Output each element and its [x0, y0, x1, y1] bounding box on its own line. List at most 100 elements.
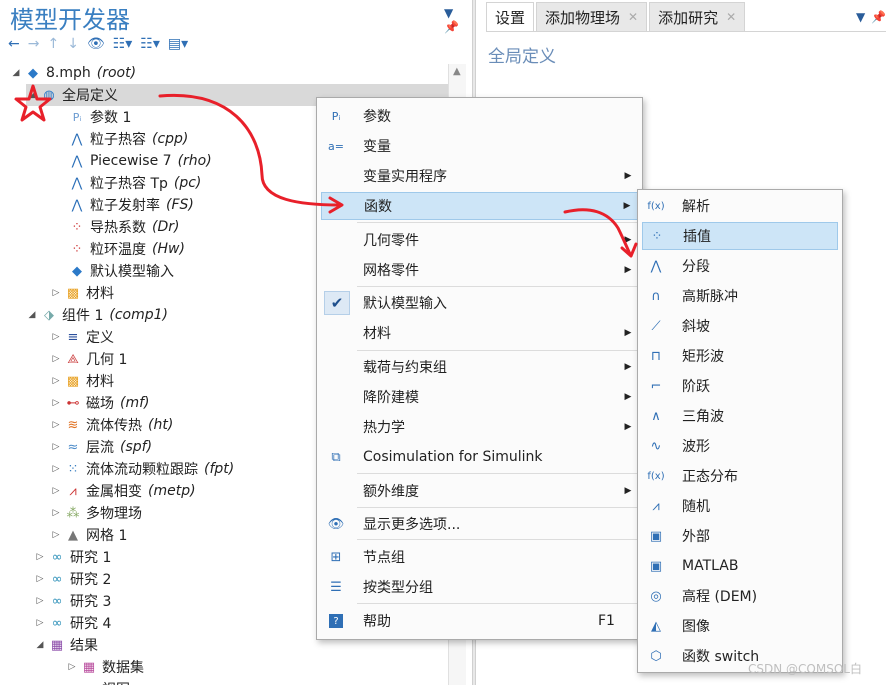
tree-node-study[interactable]: ▷ ∞ 研究 4	[34, 612, 112, 634]
submenu-item-triangle[interactable]: ∧ 三角波	[642, 402, 838, 430]
tree-node-study[interactable]: ▷ ∞ 研究 2	[34, 568, 112, 590]
submenu-item-waveform[interactable]: ∿ 波形	[642, 432, 838, 460]
expand-triangle-icon[interactable]: ▷	[50, 486, 62, 496]
eye-icon[interactable]: 👁	[87, 36, 105, 52]
menu-item-mesh-parts[interactable]: 网格零件 ▶	[321, 256, 638, 284]
scroll-up-icon[interactable]: ▲	[453, 66, 461, 77]
menu-item-reduced-order-modeling[interactable]: 降阶建模 ▶	[321, 383, 638, 411]
pin-icon[interactable]: 📌	[871, 10, 886, 24]
expand-triangle-icon[interactable]: ▷	[34, 552, 46, 562]
menu-item-parameters[interactable]: Pᵢ 参数	[321, 102, 638, 130]
tree-node-materials[interactable]: ▷ ▩ 材料	[50, 282, 114, 304]
tab-add-physics[interactable]: 添加物理场 ✕	[536, 2, 648, 32]
view-options-icon[interactable]: ▤▾	[168, 36, 188, 52]
tree-node-definitions[interactable]: ▷ ≡ 定义	[50, 326, 114, 348]
submenu-item-random[interactable]: ⩘ 随机	[642, 492, 838, 520]
submenu-item-ramp[interactable]: ⟋ 斜坡	[642, 312, 838, 340]
pin-icon[interactable]: 📌	[444, 20, 459, 34]
menu-item-cosimulation[interactable]: ⧉ Cosimulation for Simulink	[321, 443, 638, 471]
submenu-item-interpolation[interactable]: ⁘ 插值	[642, 222, 838, 250]
submenu-item-step[interactable]: ⌐ 阶跃	[642, 372, 838, 400]
tree-node-physics[interactable]: ▷ ≋ 流体传热 (ht)	[50, 414, 174, 436]
expand-triangle-icon[interactable]: ▷	[50, 464, 62, 474]
tree-node-study[interactable]: ▷ ∞ 研究 3	[34, 590, 112, 612]
panel-controls[interactable]: ▼📌	[438, 6, 472, 34]
collapse-triangle-icon[interactable]: ◢	[34, 640, 46, 650]
expand-triangle-icon[interactable]: ▷	[50, 354, 62, 364]
tab-add-study[interactable]: 添加研究 ✕	[649, 2, 746, 32]
move-down-icon[interactable]: ↓	[67, 36, 79, 52]
close-icon[interactable]: ✕	[628, 10, 638, 24]
forward-arrow-icon[interactable]: →	[28, 36, 40, 52]
tree-node-views[interactable]: ▷ ▭ 视图	[66, 678, 130, 685]
expand-triangle-icon[interactable]: ▷	[50, 332, 62, 342]
menu-item-materials[interactable]: 材料 ▶	[321, 319, 638, 347]
tree-node-physics[interactable]: ▷ ⩘ 金属相变 (metp)	[50, 480, 196, 502]
collapse-triangle-icon[interactable]: ◢	[26, 90, 38, 100]
menu-item-show-more-options[interactable]: 👁 显示更多选项...	[321, 510, 638, 538]
collapse-sections-icon[interactable]: ☷▾	[140, 36, 160, 52]
expand-triangle-icon[interactable]: ▷	[66, 662, 78, 672]
tree-node-physics[interactable]: ▷ ⁙ 流体流动颗粒跟踪 (fpt)	[50, 458, 235, 480]
tree-node-parameters[interactable]: Pᵢ 参数 1	[66, 106, 132, 128]
tree-node-function[interactable]: ⋀ 粒子发射率 (FS)	[66, 194, 194, 216]
menu-dropdown-icon[interactable]: ▼	[444, 6, 453, 20]
expand-triangle-icon[interactable]: ▷	[34, 574, 46, 584]
submenu-item-gaussian-pulse[interactable]: ∩ 高斯脉冲	[642, 282, 838, 310]
close-icon[interactable]: ✕	[726, 10, 736, 24]
expand-triangle-icon[interactable]: ▷	[50, 376, 62, 386]
submenu-item-normal-distribution[interactable]: f(x) 正态分布	[642, 462, 838, 490]
menu-item-extra-dimensions[interactable]: 额外维度 ▶	[321, 477, 638, 505]
submenu-item-external[interactable]: ▣ 外部	[642, 522, 838, 550]
tree-node-multiphysics[interactable]: ▷ ⁂ 多物理场	[50, 502, 142, 524]
tree-node-mesh[interactable]: ▷ ▲ 网格 1	[50, 524, 128, 546]
submenu-item-rectangle[interactable]: ⊓ 矩形波	[642, 342, 838, 370]
collapse-triangle-icon[interactable]: ◢	[26, 310, 38, 320]
menu-item-thermodynamics[interactable]: 热力学 ▶	[321, 413, 638, 441]
tree-node-study[interactable]: ▷ ∞ 研究 1	[34, 546, 112, 568]
submenu-item-matlab[interactable]: ▣ MATLAB	[642, 552, 838, 580]
menu-item-variable-utilities[interactable]: 变量实用程序 ▶	[321, 162, 638, 190]
tree-node-function[interactable]: ⁘ 导热系数 (Dr)	[66, 216, 180, 238]
menu-item-geometry-parts[interactable]: 几何零件 ▶	[321, 226, 638, 254]
menu-item-functions[interactable]: 函数 ▶	[321, 192, 638, 220]
expand-triangle-icon[interactable]: ▷	[50, 442, 62, 452]
tree-node-physics[interactable]: ▷ ≈ 层流 (spf)	[50, 436, 153, 458]
tree-node-datasets[interactable]: ▷ ▦ 数据集	[66, 656, 144, 678]
tree-node-root[interactable]: ◢ ◆ 8.mph (root)	[10, 62, 450, 84]
menu-item-help[interactable]: ? 帮助 F1	[321, 607, 638, 635]
menu-item-variables[interactable]: a= 变量	[321, 132, 638, 160]
tree-node-component[interactable]: ◢ ⬗ 组件 1 (comp1)	[26, 304, 168, 326]
menu-item-group-by-type[interactable]: ☰ 按类型分组	[321, 573, 638, 601]
tree-node-materials[interactable]: ▷ ▩ 材料	[50, 370, 114, 392]
tree-node-function[interactable]: ⋀ 粒子热容 (cpp)	[66, 128, 189, 150]
expand-triangle-icon[interactable]: ▷	[50, 508, 62, 518]
submenu-item-elevation[interactable]: ◎ 高程 (DEM)	[642, 582, 838, 610]
collapse-triangle-icon[interactable]: ◢	[10, 68, 22, 78]
menu-item-node-group[interactable]: ⊞ 节点组	[321, 543, 638, 571]
expand-triangle-icon[interactable]: ▷	[50, 288, 62, 298]
tab-controls[interactable]: ▼ 📌	[850, 10, 886, 24]
tree-node-function[interactable]: ⋀ Piecewise 7 (rho)	[66, 150, 212, 172]
expand-triangle-icon[interactable]: ▷	[34, 596, 46, 606]
submenu-item-analytic[interactable]: f(x) 解析	[642, 192, 838, 220]
move-up-icon[interactable]: ↑	[47, 36, 59, 52]
expand-triangle-icon[interactable]: ▷	[50, 420, 62, 430]
back-arrow-icon[interactable]: ←	[8, 36, 20, 52]
tree-node-function[interactable]: ⁘ 粒环温度 (Hw)	[66, 238, 185, 260]
expand-triangle-icon[interactable]: ▷	[50, 398, 62, 408]
tree-node-default-model-inputs[interactable]: ◆ 默认模型输入	[66, 260, 174, 282]
submenu-item-piecewise[interactable]: ⋀ 分段	[642, 252, 838, 280]
expand-triangle-icon[interactable]: ▷	[50, 530, 62, 540]
menu-item-default-model-inputs[interactable]: ✔ 默认模型输入	[321, 289, 638, 317]
expand-sections-icon[interactable]: ☷▾	[113, 36, 133, 52]
tree-node-physics[interactable]: ▷ ⊷ 磁场 (mf)	[50, 392, 150, 414]
tree-node-geometry[interactable]: ▷ ⟁ 几何 1	[50, 348, 128, 370]
menu-item-load-constraint-groups[interactable]: 载荷与约束组 ▶	[321, 353, 638, 381]
tree-node-results[interactable]: ◢ ▦ 结果	[34, 634, 98, 656]
expand-triangle-icon[interactable]: ▷	[34, 618, 46, 628]
menu-dropdown-icon[interactable]: ▼	[856, 10, 865, 24]
submenu-item-image[interactable]: ◭ 图像	[642, 612, 838, 640]
tree-node-function[interactable]: ⋀ 粒子热容 Tp (pc)	[66, 172, 202, 194]
tab-settings[interactable]: 设置	[486, 2, 535, 32]
